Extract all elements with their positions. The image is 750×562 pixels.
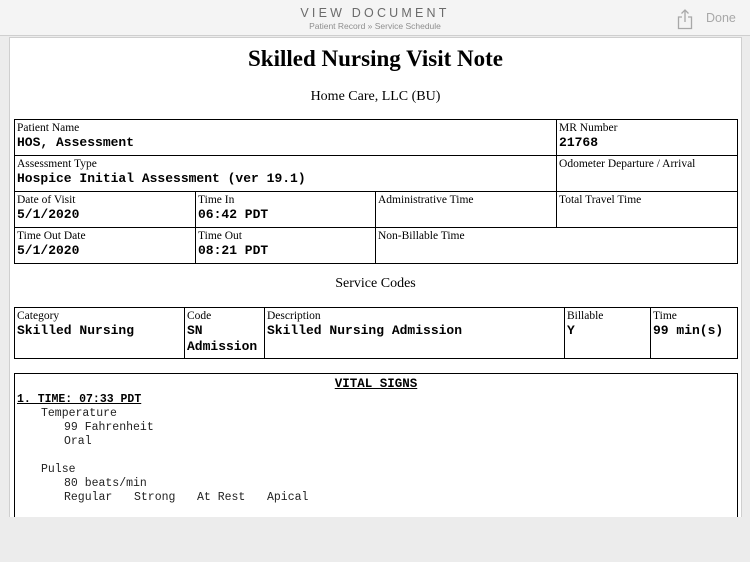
- pulse-value: 80 beats/min: [64, 477, 147, 490]
- travel-time-label: Total Travel Time: [559, 194, 642, 206]
- document-subtitle: Home Care, LLC (BU): [310, 89, 441, 104]
- vital-signs-section: VITAL SIGNS 1. TIME: 07:33 PDT Temperatu…: [14, 373, 738, 518]
- pulse-strength: Strong: [134, 491, 176, 504]
- temperature-value: 99 Fahrenheit: [64, 421, 154, 434]
- code-value-line2: Admission: [187, 339, 258, 354]
- document-page[interactable]: Skilled Nursing Visit Note Home Care, LL…: [9, 37, 742, 518]
- pulse-state: At Rest: [197, 491, 246, 504]
- time-in-label: Time In: [198, 194, 235, 206]
- description-header: Description: [267, 310, 321, 322]
- time-out-label: Time Out: [198, 230, 242, 242]
- odometer-label: Odometer Departure / Arrival: [559, 158, 696, 170]
- mr-number-label: MR Number: [559, 122, 618, 134]
- time-header: Time: [653, 310, 677, 322]
- code-cell: Code SN Admission: [184, 307, 265, 359]
- mr-number: 21768: [559, 135, 599, 150]
- share-icon[interactable]: [675, 8, 695, 30]
- vital-signs-title: VITAL SIGNS: [334, 377, 418, 391]
- patient-name: HOS, Assessment: [17, 135, 135, 150]
- time-out-date-label: Time Out Date: [17, 230, 86, 242]
- travel-time-cell: Total Travel Time: [556, 191, 739, 228]
- service-codes-heading: Service Codes: [335, 276, 416, 291]
- time-out: 08:21 PDT: [198, 243, 269, 258]
- billable-header: Billable: [567, 310, 604, 322]
- pulse-label: Pulse: [41, 463, 76, 476]
- nav-title: VIEW DOCUMENT: [300, 6, 450, 20]
- odometer-cell: Odometer Departure / Arrival: [556, 155, 739, 192]
- bottom-strip: [0, 517, 750, 562]
- category-header: Category: [17, 310, 60, 322]
- nonbillable-time-cell: Non-Billable Time: [374, 227, 739, 264]
- temperature-route: Oral: [64, 435, 92, 448]
- assessment-type-cell: Assessment Type Hospice Initial Assessme…: [13, 155, 558, 192]
- billable-cell: Billable Y: [564, 307, 651, 359]
- date-of-visit-label: Date of Visit: [17, 194, 76, 206]
- pulse-site: Apical: [267, 491, 309, 504]
- category-value: Skilled Nursing: [17, 323, 135, 338]
- patient-info-table: Patient Name HOS, Assessment MR Number 2…: [13, 119, 739, 264]
- time-out-date: 5/1/2020: [17, 243, 80, 258]
- time-value: 99 min(s): [653, 323, 724, 338]
- description-cell: Description Skilled Nursing Admission: [264, 307, 565, 359]
- table-row: Category Skilled Nursing Code SN Admissi…: [14, 307, 738, 359]
- description-value: Skilled Nursing Admission: [267, 323, 463, 338]
- nav-bar: VIEW DOCUMENT Patient Record » Service S…: [0, 0, 750, 36]
- patient-name-label: Patient Name: [17, 122, 80, 134]
- category-cell: Category Skilled Nursing: [14, 307, 185, 359]
- pulse-regularity: Regular: [64, 491, 113, 504]
- date-of-visit: 5/1/2020: [17, 207, 80, 222]
- assessment-type: Hospice Initial Assessment (ver 19.1): [17, 171, 306, 186]
- temperature-label: Temperature: [41, 407, 117, 420]
- document-title: Skilled Nursing Visit Note: [248, 46, 503, 71]
- nonbillable-time-label: Non-Billable Time: [378, 230, 465, 242]
- vitals-entry-time: 1. TIME: 07:33 PDT: [17, 393, 142, 406]
- billable-value: Y: [567, 323, 575, 338]
- breadcrumb[interactable]: Patient Record » Service Schedule: [0, 21, 750, 31]
- patient-name-cell: Patient Name HOS, Assessment: [13, 119, 558, 156]
- time-out-date-cell: Time Out Date 5/1/2020: [14, 227, 196, 264]
- time-in-cell: Time In 06:42 PDT: [195, 191, 376, 228]
- time-cell: Time 99 min(s): [650, 307, 738, 359]
- admin-time-label: Administrative Time: [378, 194, 474, 206]
- service-codes-table: Category Skilled Nursing Code SN Admissi…: [14, 307, 738, 359]
- time-in: 06:42 PDT: [198, 207, 269, 222]
- code-value-line1: SN: [187, 323, 203, 338]
- admin-time-cell: Administrative Time: [374, 191, 558, 228]
- date-of-visit-cell: Date of Visit 5/1/2020: [14, 191, 196, 228]
- code-header: Code: [187, 310, 212, 322]
- done-button[interactable]: Done: [706, 11, 736, 25]
- assessment-type-label: Assessment Type: [17, 158, 97, 170]
- time-out-cell: Time Out 08:21 PDT: [195, 227, 376, 264]
- mr-number-cell: MR Number 21768: [556, 119, 739, 156]
